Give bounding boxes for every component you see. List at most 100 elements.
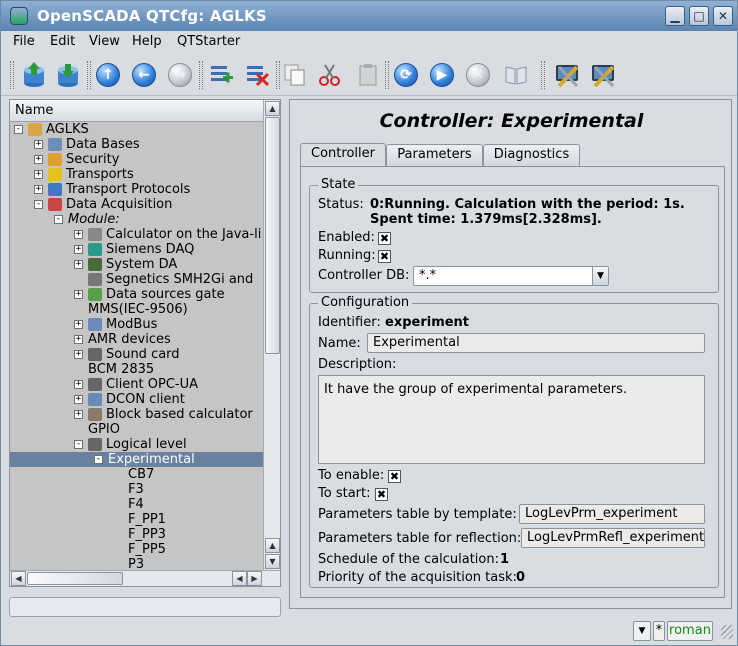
tree-item[interactable]: + Siemens DAQ	[10, 242, 263, 257]
expand-icon[interactable]: +	[34, 140, 43, 149]
expand-icon[interactable]: +	[74, 410, 83, 419]
config-tool-icon[interactable]	[553, 60, 583, 90]
collapse-icon[interactable]: -	[54, 215, 63, 224]
expand-icon[interactable]: +	[34, 170, 43, 179]
scroll-thumb-horizontal[interactable]	[27, 572, 123, 585]
cut-icon[interactable]	[315, 60, 345, 90]
menu-edit[interactable]: Edit	[50, 34, 75, 49]
copy-icon[interactable]	[280, 60, 310, 90]
tree-item[interactable]: F_PP5	[10, 542, 263, 557]
menu-file[interactable]: File	[13, 34, 35, 49]
tree-vertical-scrollbar[interactable]: ▲ ▲ ▼	[263, 100, 280, 570]
stop-icon[interactable]: ✕	[463, 60, 493, 90]
navigation-tree[interactable]: Name - AGLKS + Data Bases + Security + Transpor…	[9, 99, 281, 587]
scroll-thumb[interactable]	[265, 117, 280, 354]
tree-item[interactable]: + Security	[10, 152, 263, 167]
manual-icon[interactable]	[501, 60, 531, 90]
menu-qtstarter[interactable]: QTStarter	[177, 34, 240, 49]
tree-item[interactable]: Segnetics SMH2Gi and	[10, 272, 263, 287]
expand-icon[interactable]: +	[74, 395, 83, 404]
add-item-icon[interactable]	[206, 60, 236, 90]
db-save-icon[interactable]	[53, 60, 83, 90]
scroll-up-icon[interactable]: ▲	[265, 538, 280, 553]
refresh-icon[interactable]: ⟳	[391, 60, 421, 90]
tree-item[interactable]: + Transport Protocols	[10, 182, 263, 197]
tree-item[interactable]: + ModBus	[10, 317, 263, 332]
tree-item[interactable]: - Experimental	[10, 452, 263, 467]
menu-view[interactable]: View	[89, 34, 120, 49]
parameters-reflection-field[interactable]: LogLevPrmRefl_experiment	[521, 528, 705, 548]
tree-item[interactable]: - Logical level	[10, 437, 263, 452]
toolbar-handle[interactable]	[10, 61, 14, 89]
maximize-icon[interactable]: □	[689, 6, 709, 26]
tree-item[interactable]: P3	[10, 557, 263, 570]
running-checkbox[interactable]: ✖	[378, 250, 391, 263]
tree-item[interactable]: + System DA	[10, 257, 263, 272]
name-field[interactable]: Experimental	[367, 333, 705, 353]
tree-item[interactable]: + Block based calculator	[10, 407, 263, 422]
tree-item[interactable]: F_PP1	[10, 512, 263, 527]
expand-icon[interactable]: +	[74, 380, 83, 389]
expand-icon[interactable]: +	[74, 245, 83, 254]
scroll-up-icon[interactable]: ▲	[265, 101, 280, 116]
forward-icon[interactable]: →	[165, 60, 195, 90]
description-field[interactable]: It have the group of experimental parame…	[318, 375, 705, 464]
up-icon[interactable]: ↑	[93, 60, 123, 90]
tree-item[interactable]: CB7	[10, 467, 263, 482]
to-start-checkbox[interactable]: ✖	[375, 488, 388, 501]
tree-item[interactable]: + Sound card	[10, 347, 263, 362]
tree-item[interactable]: F4	[10, 497, 263, 512]
tab-controller[interactable]: Controller	[300, 143, 386, 166]
tree-item[interactable]: - AGLKS	[10, 122, 263, 137]
chevron-down-icon[interactable]: ▼	[633, 621, 651, 641]
scroll-left-icon[interactable]: ◀	[232, 571, 247, 586]
minimize-icon[interactable]: ▁	[665, 6, 685, 26]
menu-help[interactable]: Help	[132, 34, 162, 49]
parameters-template-field[interactable]: LogLevPrm_experiment	[519, 504, 705, 524]
tree-item[interactable]: - Data Acquisition	[10, 197, 263, 212]
tab-parameters[interactable]: Parameters	[386, 144, 483, 166]
scroll-down-icon[interactable]: ▼	[265, 554, 280, 569]
tree-item[interactable]: BCM 2835	[10, 362, 263, 377]
collapse-icon[interactable]: -	[34, 200, 43, 209]
to-enable-checkbox[interactable]: ✖	[388, 470, 401, 483]
scroll-right-icon[interactable]: ▶	[247, 571, 262, 586]
tree-item[interactable]: MMS(IEC-9506)	[10, 302, 263, 317]
expand-icon[interactable]: +	[74, 350, 83, 359]
tree-item[interactable]: + Calculator on the Java-li	[10, 227, 263, 242]
start-icon[interactable]: ▶	[427, 60, 457, 90]
tree-item[interactable]: + DCON client	[10, 392, 263, 407]
tab-diagnostics[interactable]: Diagnostics	[483, 144, 580, 166]
expand-icon[interactable]: +	[74, 230, 83, 239]
tree-item[interactable]: - Module:	[10, 212, 263, 227]
controller-db-select[interactable]: *.* ▼	[413, 266, 609, 286]
tree-item[interactable]: F_PP3	[10, 527, 263, 542]
tree-item[interactable]: + Data Bases	[10, 137, 263, 152]
collapse-icon[interactable]: -	[74, 440, 83, 449]
tree-horizontal-scrollbar[interactable]: ◀ ◀ ▶	[10, 570, 280, 586]
title-bar[interactable]: OpenSCADA QTCfg: AGLKS ▁ □ ✕	[1, 1, 737, 31]
collapse-icon[interactable]: -	[14, 125, 23, 134]
back-icon[interactable]: ←	[129, 60, 159, 90]
tree-item[interactable]: + AMR devices	[10, 332, 263, 347]
user-name[interactable]: roman	[667, 621, 713, 641]
paste-icon[interactable]	[353, 60, 383, 90]
collapse-icon[interactable]: -	[94, 455, 103, 464]
expand-icon[interactable]: +	[34, 155, 43, 164]
expand-icon[interactable]: +	[74, 335, 83, 344]
config-tool-2-icon[interactable]	[589, 60, 619, 90]
delete-item-icon[interactable]	[242, 60, 272, 90]
tree-item[interactable]: + Client OPC-UA	[10, 377, 263, 392]
db-load-icon[interactable]	[19, 60, 49, 90]
expand-icon[interactable]: +	[74, 260, 83, 269]
chevron-down-icon[interactable]: ▼	[592, 267, 608, 285]
enabled-checkbox[interactable]: ✖	[378, 232, 391, 245]
scroll-left-icon[interactable]: ◀	[11, 571, 26, 586]
close-icon[interactable]: ✕	[713, 6, 733, 26]
tree-header-name[interactable]: Name	[10, 100, 263, 122]
resize-grip-icon[interactable]	[721, 625, 733, 639]
expand-icon[interactable]: +	[34, 185, 43, 194]
tree-item[interactable]: + Data sources gate	[10, 287, 263, 302]
expand-icon[interactable]: +	[74, 290, 83, 299]
expand-icon[interactable]: +	[74, 320, 83, 329]
